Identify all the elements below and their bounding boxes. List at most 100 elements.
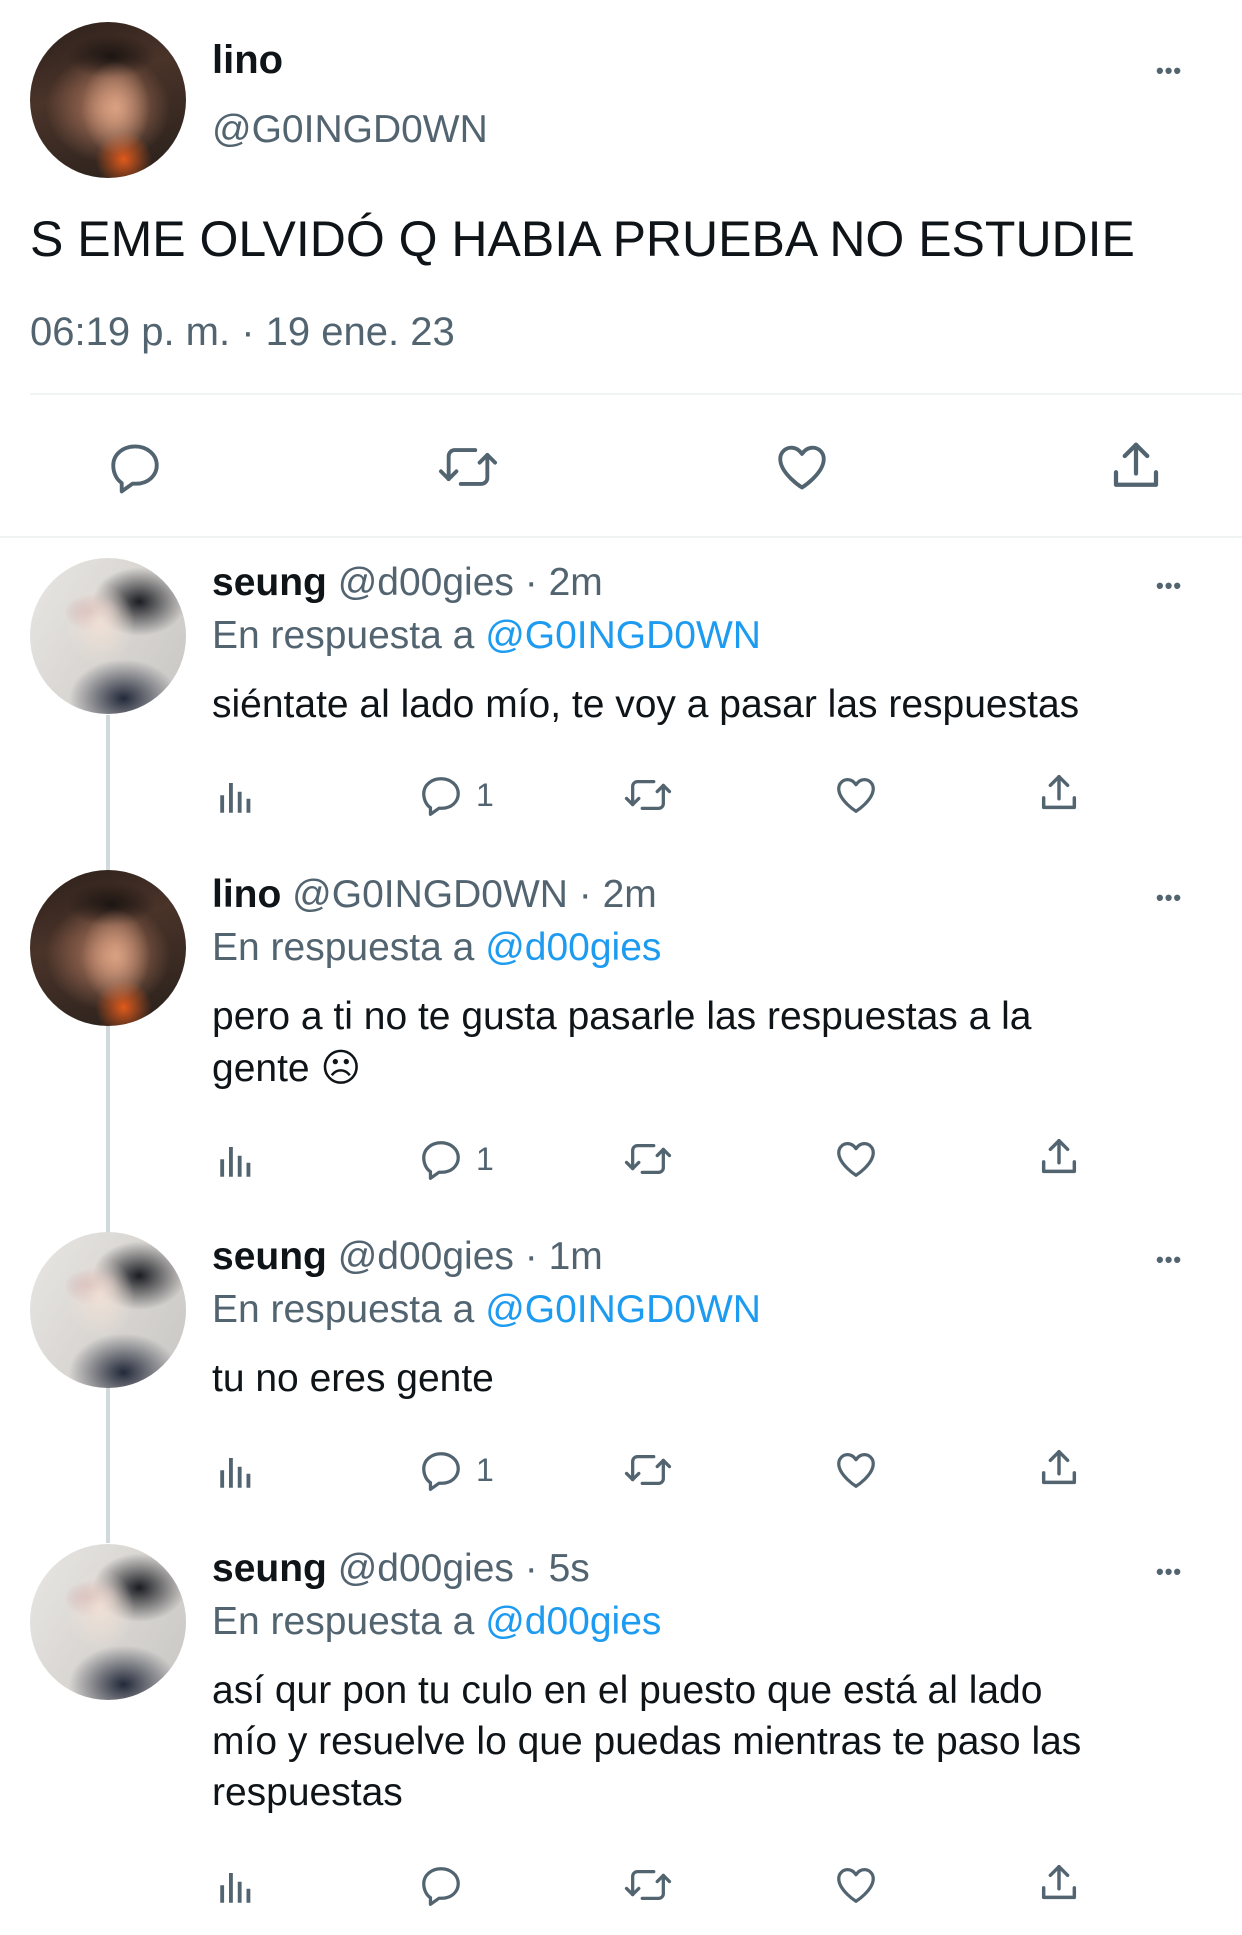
more-options-button[interactable]: •••: [1156, 1559, 1182, 1585]
bar-chart-icon: [220, 783, 251, 813]
handle[interactable]: @d00gies: [338, 1547, 514, 1590]
avatar[interactable]: [30, 870, 186, 1026]
tweet-text-line: gente ☹: [212, 1047, 362, 1090]
share-button[interactable]: [1036, 1134, 1082, 1180]
display-name[interactable]: seung: [212, 1235, 327, 1278]
reply-button[interactable]: 1: [418, 1136, 494, 1182]
reply-prefix: En respuesta a: [212, 614, 475, 657]
heart-icon: [837, 778, 875, 813]
tweet-text-line: así qur pon tu culo en el puesto que est…: [212, 1669, 1043, 1712]
divider: [0, 536, 1242, 538]
tweet-time[interactable]: · 2m: [525, 561, 603, 604]
more-dots-icon: •••: [1156, 1247, 1183, 1272]
reply-button[interactable]: 1: [418, 1447, 494, 1493]
tweet-text-line: pero a ti no te gusta pasarle las respue…: [212, 995, 1032, 1038]
share-button[interactable]: [1036, 1445, 1082, 1491]
handle[interactable]: @G0INGD0WN: [212, 108, 488, 152]
share-button[interactable]: [1036, 770, 1082, 816]
reply-count: 1: [476, 776, 494, 813]
tweet-time[interactable]: · 1m: [525, 1235, 603, 1278]
retweet-button[interactable]: [622, 1447, 674, 1493]
like-button[interactable]: [772, 438, 832, 496]
display-name[interactable]: seung: [212, 1547, 327, 1590]
retweet-button[interactable]: [622, 772, 674, 818]
more-options-button[interactable]: •••: [1156, 1247, 1182, 1273]
tweet-timestamp[interactable]: 06:19 p. m. · 19 ene. 23: [30, 310, 455, 355]
reply-button[interactable]: 1: [418, 772, 494, 818]
tweet-header: seung @d00gies · 1m: [212, 1235, 603, 1279]
tweet-header: lino @G0INGD0WN · 2m: [212, 873, 657, 917]
retweet-arrows-icon: [439, 448, 497, 486]
speech-bubble-icon: [422, 1452, 460, 1491]
share-upload-icon: [1041, 1864, 1077, 1900]
display-name[interactable]: seung: [212, 561, 327, 604]
analytics-button[interactable]: [215, 1866, 257, 1908]
share-upload-icon: [1041, 1449, 1077, 1485]
speech-bubble-icon: [111, 444, 159, 494]
analytics-button[interactable]: [215, 1451, 257, 1493]
reply-button[interactable]: [106, 438, 164, 496]
tweet-text: siéntate al lado mío, te voy a pasar las…: [212, 683, 1080, 726]
speech-bubble-icon: [422, 1141, 460, 1180]
avatar[interactable]: [30, 22, 186, 178]
avatar[interactable]: [30, 558, 186, 714]
reply-context: En respuesta a @G0INGD0WN: [212, 1288, 761, 1332]
handle[interactable]: @d00gies: [338, 1235, 514, 1278]
heart-icon: [837, 1142, 875, 1177]
tweet-text-line: respuestas: [212, 1771, 403, 1814]
reply-context: En respuesta a @G0INGD0WN: [212, 614, 761, 658]
more-options-button[interactable]: •••: [1156, 573, 1182, 599]
reply-button[interactable]: [418, 1862, 476, 1908]
tweet-time[interactable]: · 5s: [525, 1547, 590, 1590]
avatar[interactable]: [30, 1232, 186, 1388]
analytics-button[interactable]: [215, 776, 257, 818]
more-dots-icon: •••: [1156, 885, 1183, 910]
share-upload-icon: [1113, 442, 1159, 487]
reply-prefix: En respuesta a: [212, 926, 475, 969]
retweet-button[interactable]: [436, 438, 500, 496]
tweet-text: tu no eres gente: [212, 1357, 494, 1400]
like-button[interactable]: [832, 1862, 880, 1908]
retweet-button[interactable]: [622, 1136, 674, 1182]
mention-link[interactable]: @G0INGD0WN: [485, 1288, 761, 1331]
more-dots-icon: •••: [1156, 58, 1183, 83]
thread-connector: [106, 715, 110, 1543]
speech-bubble-icon: [422, 777, 460, 816]
heart-icon: [837, 1453, 875, 1488]
retweet-arrows-icon: [624, 1454, 672, 1486]
reply-context: En respuesta a @d00gies: [212, 1600, 661, 1644]
more-options-button[interactable]: •••: [1156, 885, 1182, 911]
share-upload-icon: [1041, 1138, 1077, 1174]
mention-link[interactable]: @d00gies: [485, 926, 661, 969]
retweet-arrows-icon: [624, 1143, 672, 1175]
heart-icon: [837, 1868, 875, 1903]
share-button[interactable]: [1036, 1860, 1082, 1906]
mention-link[interactable]: @d00gies: [485, 1600, 661, 1643]
tweet-header: seung @d00gies · 5s: [212, 1547, 590, 1591]
mention-link[interactable]: @G0INGD0WN: [485, 614, 761, 657]
handle[interactable]: @d00gies: [338, 561, 514, 604]
divider: [30, 393, 1242, 395]
more-options-button[interactable]: •••: [1156, 58, 1182, 84]
reply-context: En respuesta a @d00gies: [212, 926, 661, 970]
tweet-time[interactable]: · 2m: [579, 873, 657, 916]
retweet-button[interactable]: [622, 1862, 674, 1908]
tweet-text: S EME OLVIDÓ Q HABIA PRUEBA NO ESTUDIE: [30, 211, 1135, 267]
reply-count: 1: [476, 1451, 494, 1488]
display-name[interactable]: lino: [212, 873, 281, 916]
like-button[interactable]: [832, 772, 880, 818]
bar-chart-icon: [220, 1147, 251, 1177]
more-dots-icon: •••: [1156, 573, 1183, 598]
like-button[interactable]: [832, 1447, 880, 1493]
like-button[interactable]: [832, 1136, 880, 1182]
display-name[interactable]: lino: [212, 38, 283, 83]
speech-bubble-icon: [422, 1867, 460, 1906]
tweet-text-line: mío y resuelve lo que puedas mientras te…: [212, 1720, 1082, 1763]
avatar[interactable]: [30, 1544, 186, 1700]
share-button[interactable]: [1106, 436, 1166, 496]
analytics-button[interactable]: [215, 1140, 257, 1182]
handle[interactable]: @G0INGD0WN: [292, 873, 568, 916]
heart-icon: [778, 445, 826, 490]
retweet-arrows-icon: [624, 1869, 672, 1901]
share-upload-icon: [1041, 774, 1077, 810]
